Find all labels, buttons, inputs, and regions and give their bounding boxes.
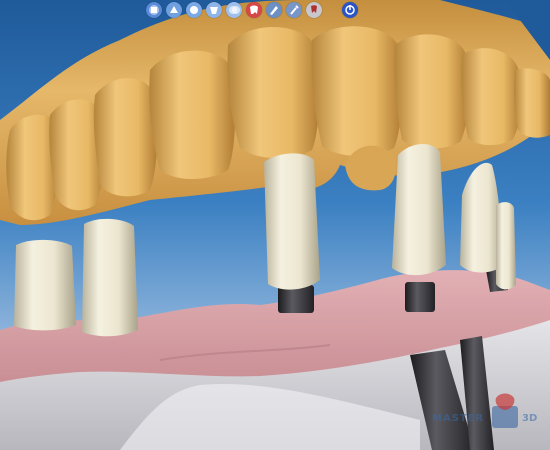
toolbar-button-tooth-red[interactable]: [246, 2, 262, 18]
toolbar-button-tooth-settings[interactable]: [306, 2, 322, 18]
view-side-icon: [167, 3, 181, 17]
svg-text:MASTER: MASTER: [432, 413, 484, 424]
pen-tool-icon: [267, 3, 281, 17]
dental-scene[interactable]: [0, 0, 550, 450]
tooth-settings-icon: [307, 3, 321, 17]
view-toolbar: [146, 1, 358, 19]
toolbar-button-power[interactable]: [342, 2, 358, 18]
toolbar-button-view-perspective[interactable]: [206, 2, 222, 18]
toolbar-button-pen-tool[interactable]: [266, 2, 282, 18]
toolbar-button-view-front[interactable]: [146, 2, 162, 18]
toolbar-button-transparency[interactable]: [226, 2, 242, 18]
view-top-icon: [187, 3, 201, 17]
master3d-logo: MASTER 3D: [430, 388, 550, 436]
3d-viewport[interactable]: MASTER 3D: [0, 0, 550, 450]
wrench-icon: [287, 3, 301, 17]
toolbar-button-wrench[interactable]: [286, 2, 302, 18]
toolbar-button-view-side[interactable]: [166, 2, 182, 18]
tooth-red-icon: [247, 3, 261, 17]
view-perspective-icon: [207, 3, 221, 17]
svg-text:3D: 3D: [522, 413, 537, 424]
toolbar-button-view-top[interactable]: [186, 2, 202, 18]
power-icon: [343, 3, 357, 17]
transparency-icon: [227, 3, 241, 17]
view-front-icon: [147, 3, 161, 17]
